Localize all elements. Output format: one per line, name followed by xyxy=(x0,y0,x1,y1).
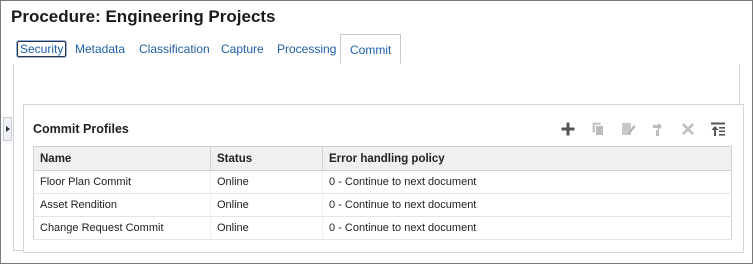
window-frame: Procedure: Engineering Projects Security… xyxy=(0,0,753,264)
edit-icon[interactable] xyxy=(617,119,639,139)
cell-name: Floor Plan Commit xyxy=(33,170,211,194)
cell-error-policy: 0 - Continue to next document xyxy=(322,170,732,194)
tab-capture[interactable]: Capture xyxy=(221,34,264,64)
panel-toolbar xyxy=(557,119,729,139)
cell-status: Online xyxy=(210,170,323,194)
move-icon[interactable] xyxy=(647,119,669,139)
tab-classification[interactable]: Classification xyxy=(139,34,210,64)
tab-commit[interactable]: Commit xyxy=(340,34,402,64)
table-row[interactable]: Asset Rendition Online 0 - Continue to n… xyxy=(33,193,732,217)
move-to-top-icon[interactable] xyxy=(707,119,729,139)
tab-metadata[interactable]: Metadata xyxy=(75,34,125,64)
cell-status: Online xyxy=(210,193,323,217)
collapse-handle[interactable] xyxy=(3,117,12,141)
cell-name: Asset Rendition xyxy=(33,193,211,217)
cell-name: Change Request Commit xyxy=(33,216,211,240)
column-header-error-policy[interactable]: Error handling policy xyxy=(322,146,732,171)
table-row[interactable]: Change Request Commit Online 0 - Continu… xyxy=(33,216,732,240)
tab-processing[interactable]: Processing xyxy=(277,34,336,64)
tab-security[interactable]: Security xyxy=(17,34,67,64)
delete-icon[interactable] xyxy=(677,119,699,139)
add-icon[interactable] xyxy=(557,119,579,139)
table-row[interactable]: Floor Plan Commit Online 0 - Continue to… xyxy=(33,170,732,194)
cell-status: Online xyxy=(210,216,323,240)
cell-error-policy: 0 - Continue to next document xyxy=(322,216,732,240)
panel-title: Commit Profiles xyxy=(33,122,129,136)
page-title: Procedure: Engineering Projects xyxy=(11,7,276,26)
commit-profiles-table: Name Status Error handling policy Floor … xyxy=(33,146,732,240)
expand-arrow-icon xyxy=(5,126,10,132)
copy-icon[interactable] xyxy=(587,119,609,139)
column-header-status[interactable]: Status xyxy=(210,146,323,171)
tab-bar: Security Metadata Classification Capture… xyxy=(13,34,740,65)
cell-error-policy: 0 - Continue to next document xyxy=(322,193,732,217)
column-header-name[interactable]: Name xyxy=(33,146,211,171)
commit-profiles-panel: Commit Profiles Name Status Error handli… xyxy=(23,104,744,253)
table-header-row: Name Status Error handling policy xyxy=(33,146,732,171)
